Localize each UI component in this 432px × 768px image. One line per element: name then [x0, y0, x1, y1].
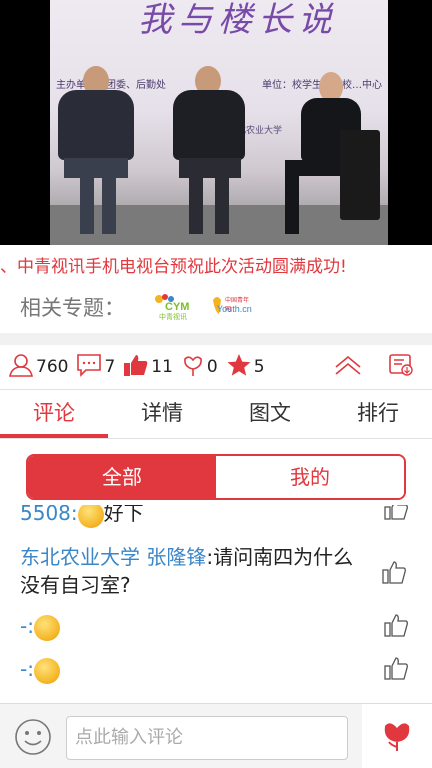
comment-input[interactable]: 点此输入评论	[66, 716, 348, 760]
comments-count: 7	[104, 357, 116, 377]
stats-bar: 760 7 11 0 5	[0, 345, 432, 389]
list-item: -:	[20, 612, 412, 641]
tab-details[interactable]: 详情	[108, 392, 216, 438]
comment-user: -:	[20, 657, 34, 681]
download-icon[interactable]	[388, 353, 414, 381]
banner-title: 我与楼长说	[138, 0, 338, 40]
flower-icon	[380, 718, 414, 756]
flowers-stat[interactable]: 0	[181, 353, 218, 382]
tab-images[interactable]: 图文	[216, 392, 324, 438]
send-flower-button[interactable]	[362, 704, 432, 768]
list-item: 东北农业大学 张隆锋:请问南四为什么没有自习室?	[20, 543, 370, 599]
divider	[0, 438, 432, 439]
list-item: 5508: 好下	[20, 505, 412, 528]
tab-ranking[interactable]: 排行	[324, 392, 432, 438]
views-stat: 760	[8, 353, 68, 382]
list-item: -:	[20, 655, 412, 684]
stars-count: 5	[253, 357, 265, 377]
flowers-count: 0	[206, 357, 218, 377]
comment-user: 东北农业大学 张隆锋	[20, 545, 207, 569]
marquee-text: 、中青视讯手机电视台预祝此次活动圆满成功!	[0, 257, 347, 277]
flower-icon	[181, 353, 207, 382]
comment-list: 5508: 好下 东北农业大学 张隆锋:请问南四为什么没有自习室? -: -:	[0, 505, 432, 700]
video-frame: 我与楼长说 主办单位：团委、后勤处 单位：校学生会、校…中心 东北农业大学	[50, 0, 388, 245]
tab-comments[interactable]: 评论	[0, 392, 108, 438]
filter-mine-button[interactable]: 我的	[216, 456, 404, 498]
comment-filter: 全部 我的	[26, 454, 406, 500]
youth-logo-text: Youth.cn	[217, 304, 252, 314]
views-count: 760	[36, 357, 69, 377]
person-middle	[165, 60, 255, 240]
like-icon[interactable]	[382, 561, 410, 589]
person-icon	[8, 353, 36, 382]
comment-bubble-icon	[76, 353, 104, 382]
person-left	[50, 60, 140, 240]
stars-stat[interactable]: 5	[226, 353, 265, 382]
surprised-emoji-icon	[33, 657, 60, 684]
chevron-up-icon[interactable]	[334, 355, 362, 379]
chair	[340, 130, 380, 220]
comment-text: 好下	[103, 505, 144, 525]
comments-stat[interactable]: 7	[76, 353, 115, 382]
angry-emoji-icon	[33, 614, 60, 641]
comment-input-bar: 点此输入评论	[0, 703, 432, 768]
smile-emoji-icon	[77, 505, 104, 528]
tab-bar: 评论 详情 图文 排行	[0, 392, 432, 438]
comment-user: 5508:	[20, 505, 78, 525]
cym-logo[interactable]: CYM 中青视讯	[151, 292, 195, 322]
like-icon[interactable]	[384, 614, 412, 645]
youth-logo[interactable]: 中国青年网 Youth.cn	[211, 292, 253, 322]
like-icon[interactable]	[384, 657, 412, 688]
like-icon[interactable]	[384, 505, 412, 528]
related-topics-label: 相关专题：	[20, 296, 125, 320]
comment-user: -:	[20, 614, 34, 638]
likes-stat[interactable]: 11	[123, 353, 173, 382]
star-icon	[226, 353, 254, 382]
divider	[0, 389, 432, 390]
likes-count: 11	[151, 357, 173, 377]
thumbs-up-icon	[123, 353, 151, 382]
video-player[interactable]: 我与楼长说 主办单位：团委、后勤处 单位：校学生会、校…中心 东北农业大学	[0, 0, 432, 245]
emoji-picker-icon[interactable]	[14, 718, 52, 760]
section-gap	[0, 333, 432, 345]
filter-all-button[interactable]: 全部	[28, 456, 216, 498]
cym-logo-sub: 中青视讯	[159, 313, 187, 321]
related-topics: 相关专题： CYM 中青视讯 中国青年网 Youth.cn	[0, 283, 432, 331]
